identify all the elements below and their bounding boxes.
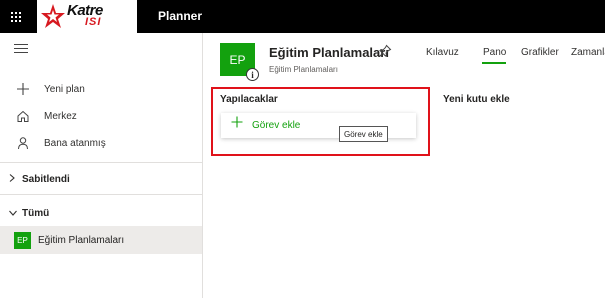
sidebar: Yeni plan Merkez Bana atanmış Sabitlendi… [0, 33, 203, 298]
sidebar-divider [0, 194, 202, 195]
section-label: Sabitlendi [22, 173, 70, 185]
logo-sub-text: ISI [85, 16, 102, 28]
plus-icon [231, 116, 243, 132]
plus-icon [16, 82, 30, 96]
chevron-down-icon [9, 209, 17, 218]
sidebar-plan-item[interactable]: EP Eğitim Planlamaları [0, 226, 202, 254]
tab-schedule[interactable]: Zamanla [571, 47, 605, 58]
sidebar-item-label: Yeni plan [44, 83, 85, 95]
tooltip: Görev ekle [339, 126, 388, 142]
section-pinned[interactable]: Sabitlendi [0, 169, 203, 189]
tab-charts[interactable]: Grafikler [521, 47, 559, 58]
plan-label: Eğitim Planlamaları [38, 234, 125, 246]
waffle-icon [10, 11, 21, 22]
info-icon[interactable]: i [246, 68, 259, 81]
section-label: Tümü [22, 207, 50, 219]
active-tab-indicator [482, 62, 506, 64]
bucket-name[interactable]: Yapılacaklar [220, 94, 278, 105]
add-new-bucket-button[interactable]: Yeni kutu ekle [443, 94, 510, 105]
sidebar-item-hub[interactable]: Merkez [0, 104, 203, 128]
hamburger-menu-icon[interactable] [14, 44, 28, 56]
sidebar-item-assigned-to-me[interactable]: Bana atanmış [0, 131, 203, 155]
chevron-right-icon [9, 174, 15, 184]
company-logo[interactable]: Katre ISI [37, 0, 137, 33]
app-title[interactable]: Planner [158, 9, 202, 23]
home-icon [16, 109, 30, 123]
sidebar-divider [0, 162, 202, 163]
sidebar-item-label: Merkez [44, 110, 77, 122]
plan-badge: EP [14, 231, 31, 249]
top-bar: Katre ISI Planner [0, 0, 605, 33]
plan-subtitle: Eğitim Planlamaları [269, 65, 338, 74]
person-icon [16, 136, 30, 150]
sidebar-item-label: Bana atanmış [44, 137, 106, 149]
tab-grid[interactable]: Kılavuz [426, 47, 459, 58]
sidebar-item-new-plan[interactable]: Yeni plan [0, 77, 203, 101]
section-all[interactable]: Tümü [0, 203, 203, 223]
app-launcher-button[interactable] [0, 0, 31, 33]
tab-board[interactable]: Pano [483, 47, 506, 58]
logo-star-icon [41, 4, 65, 28]
pin-icon[interactable] [378, 44, 392, 58]
plan-title: Eğitim Planlamaları [269, 45, 389, 60]
add-task-label: Görev ekle [252, 120, 301, 131]
